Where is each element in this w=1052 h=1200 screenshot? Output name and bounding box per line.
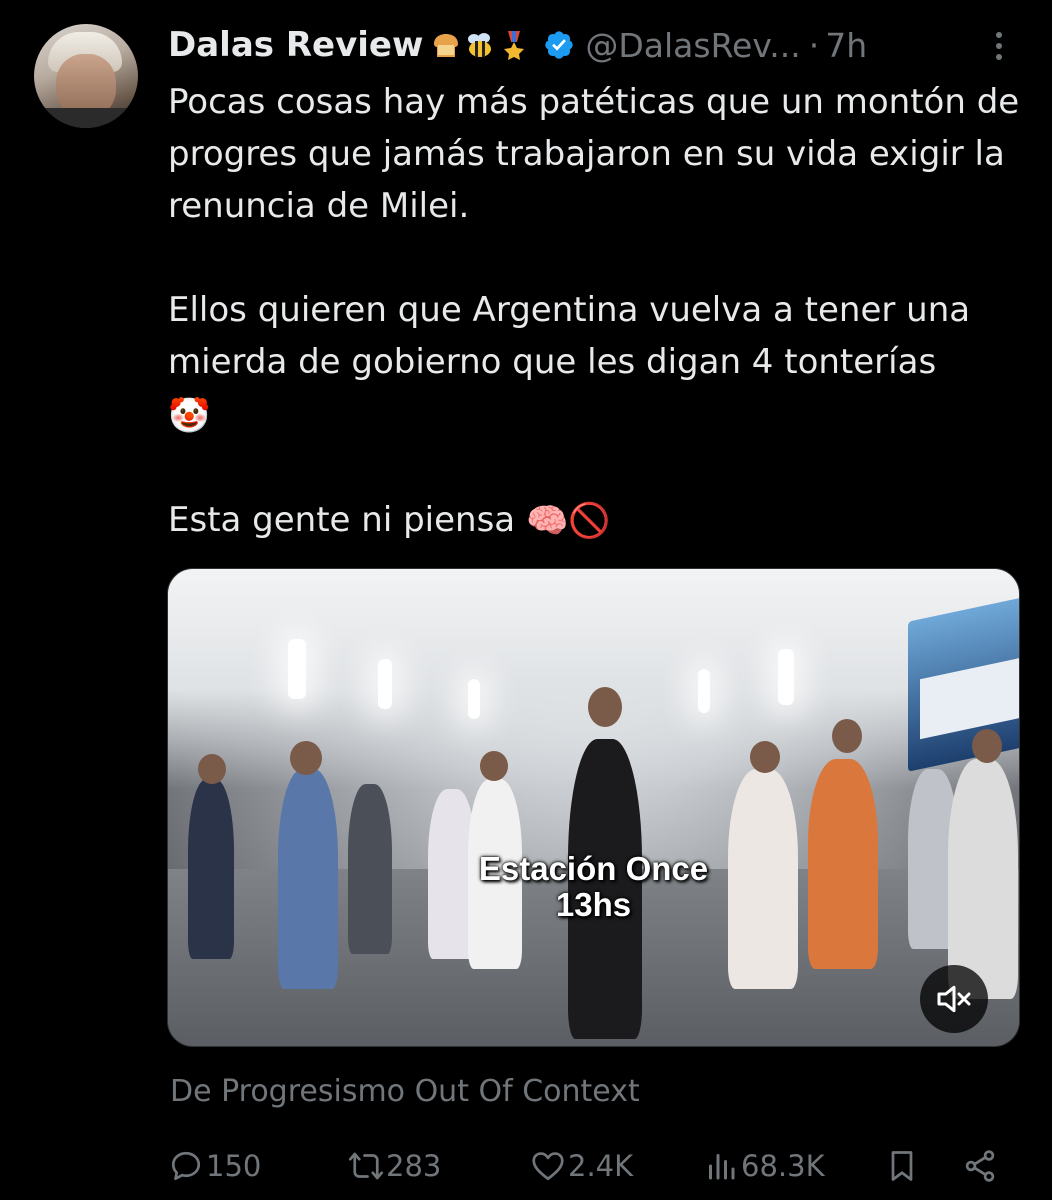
view-count: 68.3K — [741, 1149, 825, 1183]
profile-badges — [431, 30, 529, 60]
reply-button[interactable]: 150 — [168, 1142, 261, 1190]
caption-line-2: 13hs — [555, 886, 632, 923]
avatar[interactable] — [34, 24, 138, 128]
caption-line-1: Estación Once — [478, 850, 709, 887]
repost-count: 283 — [386, 1149, 442, 1183]
tweet-actions: 150 283 2.4K 68.3K — [168, 1142, 1018, 1190]
repost-icon — [348, 1152, 384, 1180]
author-name[interactable]: Dalas Review — [168, 25, 423, 65]
tweet-header: Dalas Review @DalasRev... · 7h — [168, 22, 867, 68]
like-button[interactable]: 2.4K — [530, 1142, 633, 1190]
bee-icon — [468, 33, 492, 57]
like-count: 2.4K — [568, 1149, 634, 1183]
bookmark-button[interactable] — [884, 1142, 920, 1190]
reply-count: 150 — [206, 1149, 262, 1183]
share-icon — [965, 1150, 995, 1182]
volume-muted-icon — [937, 985, 971, 1013]
tweet-paragraph-3: Esta gente ni piensa 🧠🚫 — [168, 494, 1028, 548]
views-bar-chart-icon — [709, 1154, 735, 1180]
mute-button[interactable] — [920, 965, 988, 1033]
verified-badge-icon — [545, 31, 574, 59]
author-handle[interactable]: @DalasRev... — [585, 26, 800, 65]
video-source-attribution[interactable]: De Progresismo Out Of Context — [170, 1074, 640, 1109]
tweet-paragraph-2: Ellos quieren que Argentina vuelva a ten… — [168, 284, 1028, 442]
tweet-timestamp[interactable]: 7h — [825, 26, 867, 65]
tweet-paragraph-3-text: Esta gente ni piensa — [168, 499, 516, 540]
clown-emoji: 🤡 — [168, 395, 211, 436]
medal-icon — [504, 31, 525, 60]
brain-prohibited-emoji: 🧠🚫 — [525, 501, 611, 541]
more-options-icon[interactable] — [984, 28, 1014, 64]
tweet-text: Pocas cosas hay más patéticas que un mon… — [168, 76, 1028, 547]
heart-icon — [532, 1152, 564, 1181]
repost-button[interactable]: 283 — [348, 1142, 441, 1190]
share-button[interactable] — [962, 1142, 998, 1190]
bread-icon — [434, 34, 459, 57]
reply-icon — [171, 1151, 201, 1181]
separator-dot: · — [808, 25, 820, 65]
bookmark-icon — [891, 1151, 913, 1181]
tweet-paragraph-2-text: Ellos quieren que Argentina vuelva a ten… — [168, 290, 971, 382]
tweet-paragraph-1: Pocas cosas hay más patéticas que un mon… — [168, 82, 1020, 226]
views-button[interactable]: 68.3K — [703, 1142, 825, 1190]
video-player[interactable]: Estación Once 13hs — [167, 568, 1020, 1047]
video-caption: Estación Once 13hs — [168, 851, 1019, 923]
